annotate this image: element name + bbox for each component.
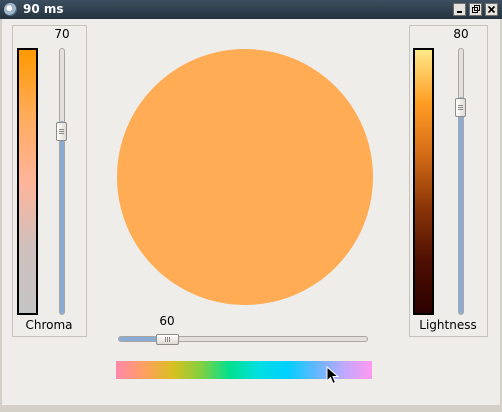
hue-slider-value: 60 xyxy=(159,314,175,328)
app-icon[interactable] xyxy=(4,3,17,16)
hue-slider-thumb[interactable] xyxy=(156,334,179,345)
maximize-button[interactable] xyxy=(469,3,482,16)
chroma-label: Chroma xyxy=(25,318,73,332)
minimize-icon xyxy=(457,11,462,13)
title-bar[interactable]: 90 ms xyxy=(0,0,502,19)
lightness-slider-thumb[interactable] xyxy=(455,98,466,117)
close-icon xyxy=(487,5,496,14)
lightness-slider-track[interactable] xyxy=(458,48,464,315)
close-button[interactable] xyxy=(485,3,498,16)
chroma-slider-thumb[interactable] xyxy=(56,122,67,141)
chroma-colorbar xyxy=(17,48,38,315)
lightness-slider-value: 80 xyxy=(453,27,469,41)
arrow-cursor-icon xyxy=(326,366,340,385)
chroma-slider-value: 70 xyxy=(54,27,70,41)
lightness-slider-fill xyxy=(459,97,463,314)
lightness-label: Lightness xyxy=(419,318,477,332)
color-preview-circle xyxy=(117,49,373,305)
chroma-slider-fill xyxy=(60,121,64,314)
minimize-button[interactable] xyxy=(453,3,466,16)
window-title: 90 ms xyxy=(23,2,64,16)
maximize-icon xyxy=(472,5,480,13)
lightness-colorbar xyxy=(413,48,434,315)
chroma-slider-track[interactable] xyxy=(59,48,65,315)
